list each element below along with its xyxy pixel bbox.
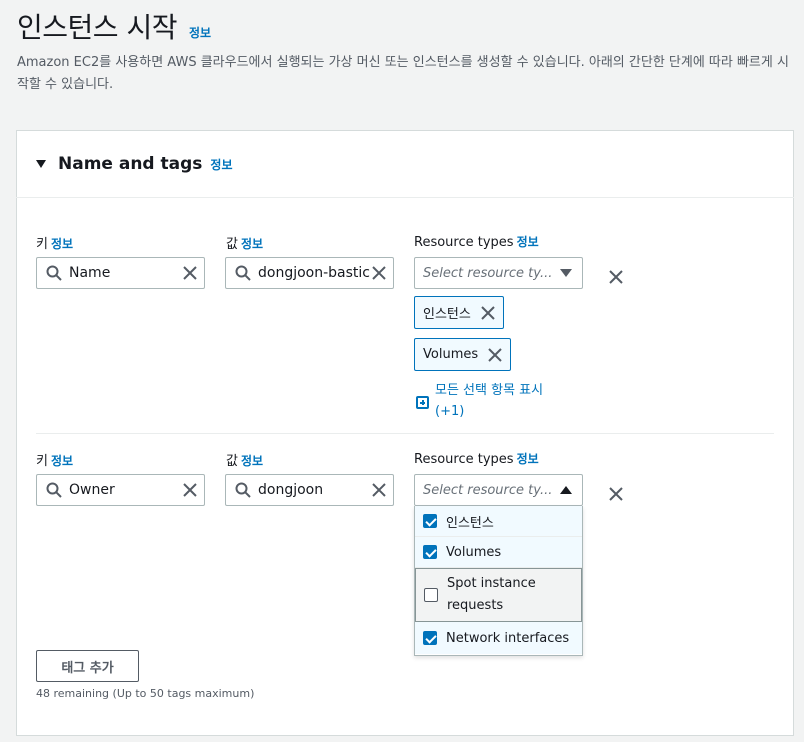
- value-info-link-1[interactable]: 정보: [241, 237, 263, 251]
- key-label-2: 키 정보: [36, 454, 74, 469]
- chevron-up-icon: [560, 486, 572, 494]
- value-input-1[interactable]: dongjoon-bastic: [225, 257, 394, 289]
- option-network-interfaces[interactable]: Network interfaces: [415, 622, 582, 654]
- key-input-1[interactable]: Name: [36, 257, 205, 289]
- resource-info-link-2[interactable]: 정보: [517, 452, 539, 466]
- key-label-1: 키 정보: [36, 237, 74, 252]
- key-info-link-2[interactable]: 정보: [51, 454, 73, 468]
- key-input-2[interactable]: Owner: [36, 474, 205, 506]
- value-info-link-2[interactable]: 정보: [241, 454, 263, 468]
- dismiss-token-icon[interactable]: [481, 305, 495, 320]
- page-description: Amazon EC2를 사용하면 AWS 클라우드에서 실행되는 가상 머신 또…: [17, 55, 789, 92]
- chevron-down-icon: [560, 269, 572, 277]
- value-label-1: 값 정보: [226, 237, 264, 252]
- search-icon: [235, 482, 251, 498]
- clear-icon[interactable]: [182, 482, 198, 498]
- option-instances[interactable]: 인스턴스: [415, 506, 582, 537]
- resource-placeholder-2: Select resource ty...: [423, 482, 553, 498]
- option-volumes[interactable]: Volumes: [415, 537, 582, 568]
- dismiss-token-icon[interactable]: [488, 347, 502, 362]
- panel-toggle[interactable]: Name and tags 정보: [36, 154, 233, 174]
- key-value-1: Name: [69, 265, 111, 281]
- row-divider: [36, 433, 774, 434]
- remove-tag-icon[interactable]: [608, 269, 624, 285]
- resource-token: 인스턴스: [414, 296, 504, 329]
- checkbox-unchecked[interactable]: [424, 588, 438, 602]
- value-input-2[interactable]: dongjoon: [225, 474, 394, 506]
- remove-tag-icon[interactable]: [608, 486, 624, 502]
- checkbox-checked[interactable]: [423, 514, 437, 528]
- resource-types-label-2: Resource types 정보: [414, 452, 539, 467]
- resource-token: Volumes: [414, 338, 512, 371]
- checkbox-checked[interactable]: [423, 545, 437, 559]
- key-info-link-1[interactable]: 정보: [51, 237, 73, 251]
- add-tag-button[interactable]: 태그 추가: [36, 650, 139, 682]
- panel-title: Name and tags: [58, 154, 203, 174]
- checkbox-checked[interactable]: [423, 631, 437, 645]
- clear-icon[interactable]: [371, 482, 387, 498]
- search-icon: [46, 482, 62, 498]
- search-icon: [46, 265, 62, 281]
- resource-types-label-1: Resource types 정보: [414, 235, 539, 250]
- expand-icon: [416, 396, 429, 409]
- title-info-link[interactable]: 정보: [189, 24, 211, 41]
- value-label-2: 값 정보: [226, 454, 264, 469]
- clear-icon[interactable]: [182, 265, 198, 281]
- page-title: 인스턴스 시작: [17, 11, 177, 44]
- value-value-2: dongjoon: [258, 482, 324, 498]
- value-value-1: dongjoon-bastic: [258, 265, 370, 281]
- tags-remaining-hint: 48 remaining (Up to 50 tags maximum): [36, 687, 255, 700]
- key-value-2: Owner: [69, 482, 115, 498]
- show-all-selections-link[interactable]: 모든 선택 항목 표시 (+1): [416, 380, 543, 422]
- option-spot-instance-requests[interactable]: Spot instance requests: [415, 568, 582, 622]
- resource-types-dropdown: 인스턴스 Volumes Spot instance requests Netw…: [414, 506, 583, 656]
- resource-types-select-2[interactable]: Select resource ty...: [414, 474, 583, 506]
- resource-info-link-1[interactable]: 정보: [517, 235, 539, 249]
- resource-types-select-1[interactable]: Select resource ty...: [414, 257, 583, 289]
- caret-down-icon: [36, 160, 46, 168]
- panel-info-link[interactable]: 정보: [210, 156, 232, 173]
- search-icon: [235, 265, 251, 281]
- resource-placeholder-1: Select resource ty...: [423, 265, 553, 281]
- clear-icon[interactable]: [371, 265, 387, 281]
